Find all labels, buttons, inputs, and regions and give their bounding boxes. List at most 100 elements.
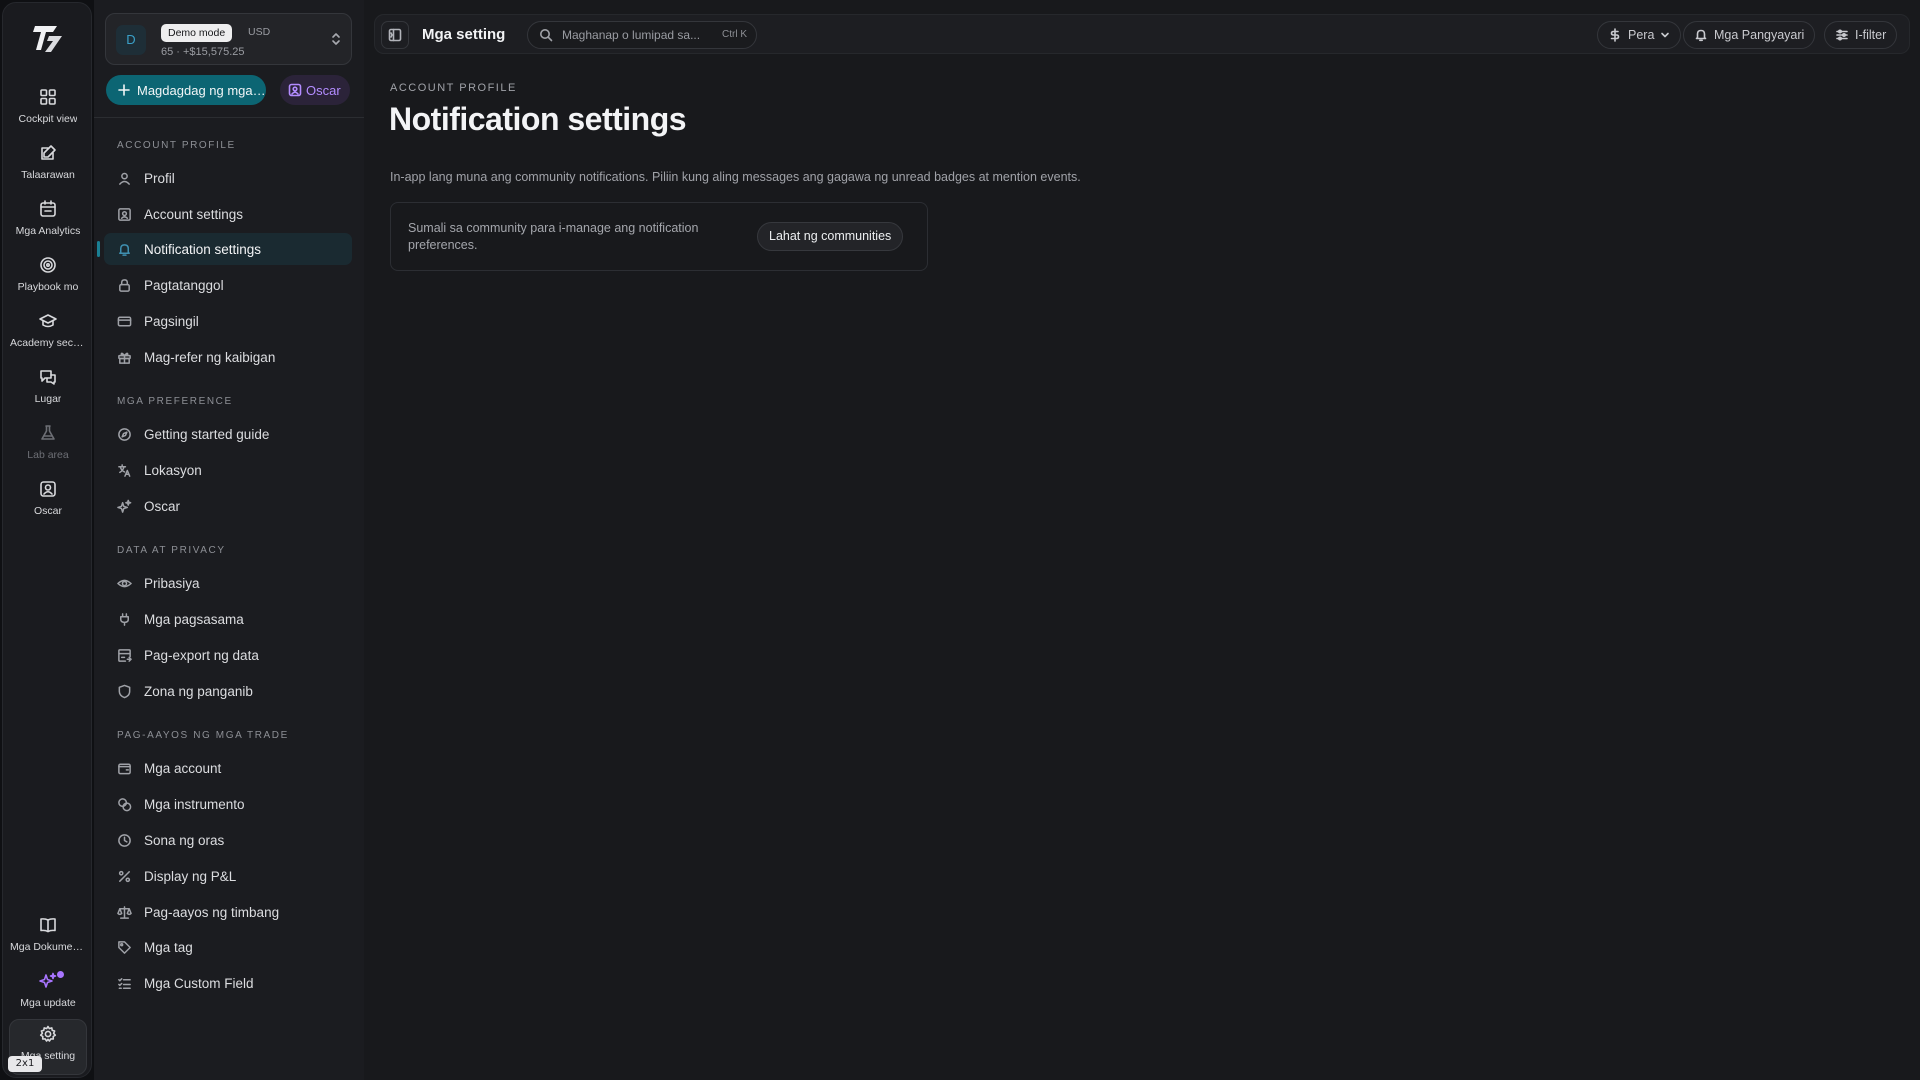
sidebar-item-integrations[interactable]: Mga pagsasama [104, 603, 352, 635]
rail-item-updates[interactable]: Mga update [9, 967, 87, 1019]
sidebar-item-label: Pribasiya [144, 575, 200, 591]
sidebar-item-weight[interactable]: Pag-aayos ng timbang [104, 896, 352, 928]
section-title-trade-settings: PAG-AAYOS NG MGA TRADE [117, 730, 289, 741]
rail-item-academy[interactable]: Academy section [9, 307, 87, 359]
sidebar-item-custom-fields[interactable]: Mga Custom Field [104, 967, 352, 999]
rail-item-label: Lab area [27, 449, 69, 461]
app-rail: Cockpit view Talaarawan Mga Analytics Pl… [2, 2, 92, 1078]
sidebar-item-oscar[interactable]: Oscar [104, 490, 352, 522]
rail-item-lugar[interactable]: Lugar [9, 363, 87, 415]
currency-dropdown[interactable]: Pera [1597, 21, 1682, 49]
user-icon [119, 172, 130, 185]
book-icon [40, 918, 56, 933]
sidebar-item-export-data[interactable]: Pag-export ng data [104, 639, 352, 671]
shield-icon [118, 684, 131, 698]
journal-edit-icon [41, 145, 56, 160]
rail-item-lab-area[interactable]: Lab area [9, 419, 87, 471]
sidebar-item-label: Pag-aayos ng timbang [144, 904, 280, 920]
events-label: Mga Pangyayari [1714, 28, 1805, 42]
app-logo-icon[interactable] [31, 21, 65, 55]
graduation-cap-icon [39, 314, 57, 328]
sidebar-item-pagsingil[interactable]: Pagsingil [104, 305, 352, 337]
top-bar: Mga setting Maghanap o lumipad sa... Ctr… [374, 14, 1910, 54]
sidebar-item-refer-friend[interactable]: Mag-refer ng kaibigan [104, 341, 352, 373]
sidebar-toggle-button[interactable] [381, 21, 409, 49]
rail-item-label: Mga update [20, 997, 76, 1009]
account-currency: USD [248, 26, 271, 38]
rail-item-oscar[interactable]: Oscar [9, 475, 87, 527]
sidebar-item-lokasyon[interactable]: Lokasyon [104, 454, 352, 486]
rail-item-label: Lugar [34, 393, 62, 405]
calendar-icon [40, 200, 56, 217]
all-communities-button[interactable]: Lahat ng communities [757, 222, 904, 251]
percent-icon [118, 870, 131, 882]
sparkles-icon [117, 499, 132, 513]
oscar-button[interactable]: Oscar [280, 75, 350, 105]
sidebar-item-pagtatanggol[interactable]: Pagtatanggol [104, 269, 352, 301]
sidebar-item-danger-zone[interactable]: Zona ng panganib [104, 675, 352, 707]
rail-item-docs[interactable]: Mga Dokumentasyon [9, 911, 87, 963]
clock-icon [118, 833, 131, 847]
sidebar-item-label: Zona ng panganib [144, 683, 253, 699]
eye-icon [117, 579, 132, 587]
panel-left-icon [388, 28, 402, 42]
checklist-icon [118, 977, 131, 989]
sidebar-item-notification-settings[interactable]: Notification settings [97, 233, 352, 265]
sidebar-item-label: Pagtatanggol [144, 277, 224, 293]
account-switcher[interactable]: D Demo mode USD 65 · +$15,575.25 [105, 13, 352, 65]
search-input[interactable]: Maghanap o lumipad sa... Ctrl K [527, 21, 757, 49]
sidebar-item-account-settings[interactable]: Account settings [104, 198, 352, 230]
sidebar-item-instruments[interactable]: Mga instrumento [104, 788, 352, 820]
section-title-preferences: MGA PREFERENCE [117, 396, 233, 407]
sidebar-item-tags[interactable]: Mga tag [104, 931, 352, 963]
sidebar-item-accounts[interactable]: Mga account [104, 752, 352, 784]
page-description: In-app lang muna ang community notificat… [390, 170, 1081, 184]
community-notice-text: Sumali sa community para i-manage ang no… [408, 221, 699, 252]
plug-icon [120, 612, 129, 626]
sidebar-item-profil[interactable]: Profil [104, 162, 352, 194]
sidebar-item-label: Mag-refer ng kaibigan [144, 349, 276, 365]
rail-item-cockpit-view[interactable]: Cockpit view [9, 83, 87, 135]
page-eyebrow: ACCOUNT PROFILE [390, 82, 517, 94]
sidebar-item-label: Mga pagsasama [144, 611, 244, 627]
events-button[interactable]: Mga Pangyayari [1683, 21, 1816, 49]
filter-button[interactable]: I-filter [1824, 21, 1898, 49]
rail-item-playbook[interactable]: Playbook mo [9, 251, 87, 303]
sidebar-item-label: Display ng P&L [144, 868, 237, 884]
database-export-icon [118, 648, 132, 662]
sidebar-item-label: Notification settings [144, 241, 262, 257]
sidebar-item-label: Mga Custom Field [144, 975, 254, 991]
rail-item-label: Talaarawan [21, 169, 75, 181]
add-trades-label: Magdagdag ng mga trade [137, 82, 266, 98]
sidebar-item-label: Sona ng oras [144, 832, 225, 848]
sidebar-item-pnl-display[interactable]: Display ng P&L [104, 860, 352, 892]
sidebar-item-pribasiya[interactable]: Pribasiya [104, 567, 352, 599]
dashboard-grid-icon [40, 89, 56, 105]
rail-item-analytics[interactable]: Mga Analytics [9, 195, 87, 247]
sidebar-item-label: Account settings [144, 206, 244, 222]
flask-icon [41, 425, 55, 440]
search-placeholder: Maghanap o lumipad sa... [562, 28, 701, 42]
compass-icon [118, 427, 131, 441]
rail-item-talaarawan[interactable]: Talaarawan [9, 139, 87, 191]
add-trades-button[interactable]: Magdagdag ng mga trade [106, 75, 266, 105]
sidebar-item-time-zone[interactable]: Sona ng oras [104, 824, 352, 856]
sidebar-item-label: Pagsingil [144, 313, 199, 329]
translate-icon [118, 463, 131, 477]
sparkles-icon [39, 972, 57, 988]
sidebar-item-getting-started[interactable]: Getting started guide [104, 418, 352, 450]
sidebar-item-label: Profil [144, 170, 175, 186]
sidebar-item-label: Mga account [144, 760, 222, 776]
chevron-down-icon [1661, 32, 1670, 38]
wallet-icon [118, 763, 131, 774]
page-title: Notification settings [389, 101, 687, 137]
account-summary: 65 · +$15,575.25 [161, 46, 245, 58]
chat-bubbles-icon [40, 370, 56, 385]
section-title-data-privacy: DATA AT PRIVACY [117, 545, 226, 556]
oscar-label: Oscar [306, 82, 341, 98]
rail-item-label: Oscar [33, 505, 62, 517]
filter-label: I-filter [1855, 28, 1887, 42]
credit-card-icon [117, 316, 132, 326]
sidebar-item-label: Lokasyon [144, 462, 202, 478]
main-content: Mga setting Maghanap o lumipad sa... Ctr… [364, 0, 1920, 1080]
